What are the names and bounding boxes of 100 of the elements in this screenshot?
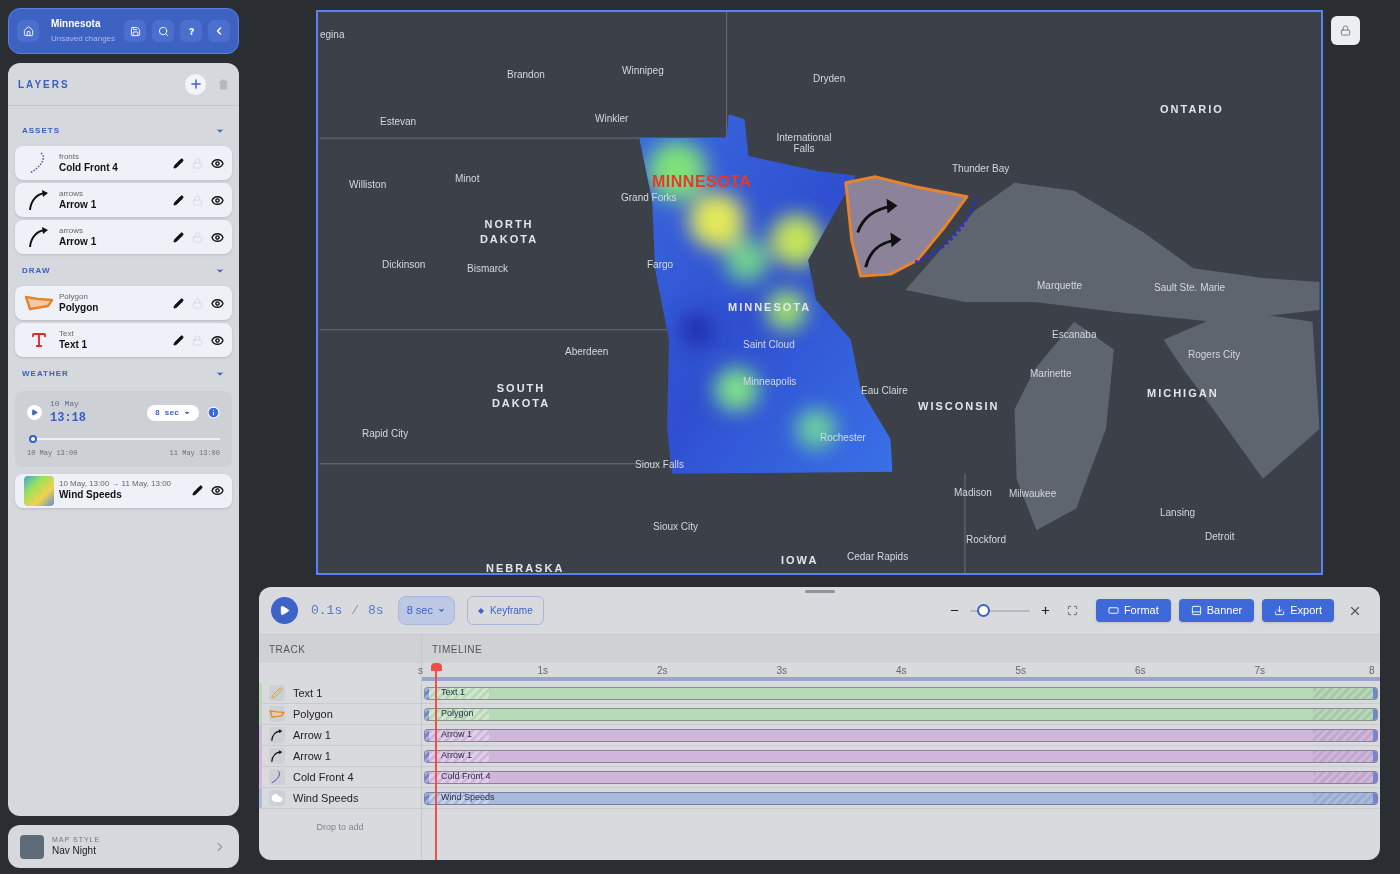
track-clip[interactable]: Arrow 1: [424, 728, 1378, 742]
save-button[interactable]: [124, 20, 146, 42]
format-button[interactable]: Format: [1095, 599, 1171, 622]
play-button[interactable]: [27, 405, 42, 420]
city-label: Rochester: [820, 432, 866, 443]
city-label: Escanaba: [1052, 329, 1097, 340]
eye-icon[interactable]: [211, 230, 224, 244]
city-label: Dryden: [813, 73, 846, 84]
layer-name: Arrow 1: [59, 235, 98, 249]
slider-thumb[interactable]: [29, 435, 38, 443]
edit-icon[interactable]: [173, 334, 184, 346]
duration-dropdown[interactable]: 8 sec: [147, 404, 199, 421]
city-label: Dickinson: [382, 259, 426, 270]
lock-button[interactable]: [1331, 16, 1360, 45]
layer-item[interactable]: arrows Arrow 1: [15, 183, 232, 217]
edit-icon[interactable]: [173, 194, 184, 206]
city-label: Sioux City: [653, 521, 698, 532]
city-label: Bismarck: [467, 263, 509, 274]
city-label: Winnipeg: [622, 65, 664, 76]
eye-icon[interactable]: [211, 193, 224, 207]
eye-icon[interactable]: [211, 156, 224, 170]
track-clip[interactable]: Cold Front 4: [424, 770, 1378, 784]
heatmap-thumbnail: [24, 475, 54, 506]
region-label: NEBRASKA: [486, 561, 565, 573]
tick-label: 3s: [776, 665, 788, 677]
track-clip[interactable]: Wind Speeds: [424, 791, 1378, 805]
slider-thumb[interactable]: [976, 604, 990, 617]
player-time: 13:18: [50, 411, 86, 426]
track-name[interactable]: Arrow 1: [293, 747, 331, 765]
search-button[interactable]: [152, 20, 174, 42]
zoom-in-icon[interactable]: [1039, 605, 1051, 616]
layer-name: Polygon: [59, 301, 100, 315]
curved-arrow: [856, 198, 898, 233]
add-layer-button[interactable]: [185, 73, 206, 95]
layer-name: Wind Speeds: [59, 489, 123, 502]
eye-icon[interactable]: [211, 333, 224, 347]
chevron-down-icon: [215, 369, 225, 379]
layer-item[interactable]: 10 May, 13:00 → 11 May, 13:00 Wind Speeds: [15, 473, 232, 508]
time-slider[interactable]: [27, 434, 220, 444]
track-clip[interactable]: Text 1: [424, 686, 1378, 700]
track-name[interactable]: Arrow 1: [293, 726, 331, 744]
city-label: Rapid City: [362, 428, 409, 439]
project-title: Minnesota: [51, 18, 102, 31]
city-label: Detroit: [1205, 531, 1235, 542]
layer-item[interactable]: Text Text 1: [15, 323, 232, 357]
play-button[interactable]: [271, 597, 298, 624]
city-label: Brandon: [507, 69, 545, 80]
edit-icon[interactable]: [192, 485, 203, 496]
curved-arrow: [864, 232, 902, 268]
help-button[interactable]: [180, 20, 202, 42]
fullscreen-icon[interactable]: [1066, 605, 1078, 616]
track-name[interactable]: Polygon: [293, 705, 333, 723]
section-header[interactable]: WEATHER: [15, 365, 232, 383]
layer-category: fronts: [59, 151, 80, 162]
cloud-icon: [271, 792, 283, 804]
track-name[interactable]: Wind Speeds: [293, 789, 359, 807]
edit-icon[interactable]: [173, 231, 184, 243]
eye-icon[interactable]: [211, 296, 224, 310]
region-label: MICHIGAN: [1147, 386, 1219, 401]
collapse-button[interactable]: [208, 20, 230, 42]
city-label: Rockford: [966, 534, 1006, 545]
eye-icon[interactable]: [211, 484, 224, 497]
track-clip[interactable]: Polygon: [424, 707, 1378, 721]
search-icon: [157, 25, 169, 37]
polygon-icon: [269, 708, 285, 720]
home-button[interactable]: [17, 20, 39, 42]
keyframe-button[interactable]: Keyframe: [466, 596, 544, 625]
panel-title: LAYERS: [18, 77, 71, 92]
city-label: Lansing: [1160, 507, 1196, 518]
edit-icon[interactable]: [173, 157, 184, 169]
edit-icon[interactable]: [173, 297, 184, 309]
track-name[interactable]: Cold Front 4: [293, 768, 354, 786]
region-label: IOWA: [781, 553, 819, 568]
info-icon[interactable]: [207, 406, 220, 419]
track-clip[interactable]: Arrow 1: [424, 749, 1378, 763]
map-thumbnail: [20, 834, 44, 859]
tick-label: 7s: [1254, 665, 1266, 677]
layer-item[interactable]: Polygon Polygon: [15, 286, 232, 320]
play-icon: [279, 605, 290, 616]
export-button[interactable]: Export: [1262, 599, 1334, 622]
tick-label: 1s: [537, 665, 549, 677]
track-name[interactable]: Text 1: [293, 684, 323, 702]
city-label: Aberdeen: [565, 346, 609, 357]
layer-category: Text: [59, 328, 75, 339]
panel-icon: [1190, 605, 1202, 616]
player-date: 10 May: [50, 399, 80, 409]
layer-category: 10 May, 13:00 → 11 May, 13:00: [59, 479, 173, 490]
region-label: ONTARIO: [1160, 102, 1224, 117]
playhead-handle[interactable]: [430, 663, 442, 671]
zoom-slider[interactable]: [969, 603, 1030, 618]
section-header[interactable]: DRAW: [15, 262, 232, 280]
tick-label: 5s: [1015, 665, 1027, 677]
save-status: Unsaved changes: [51, 33, 117, 44]
banner-button[interactable]: Banner: [1178, 599, 1255, 622]
layer-item[interactable]: fronts Cold Front 4: [15, 146, 232, 180]
section-header[interactable]: ASSETS: [15, 122, 232, 140]
city-label: Marquette: [1037, 280, 1083, 291]
tick-label: 4s: [896, 665, 907, 677]
layer-item[interactable]: arrows Arrow 1: [15, 220, 232, 254]
layer-category: arrows: [59, 188, 84, 199]
